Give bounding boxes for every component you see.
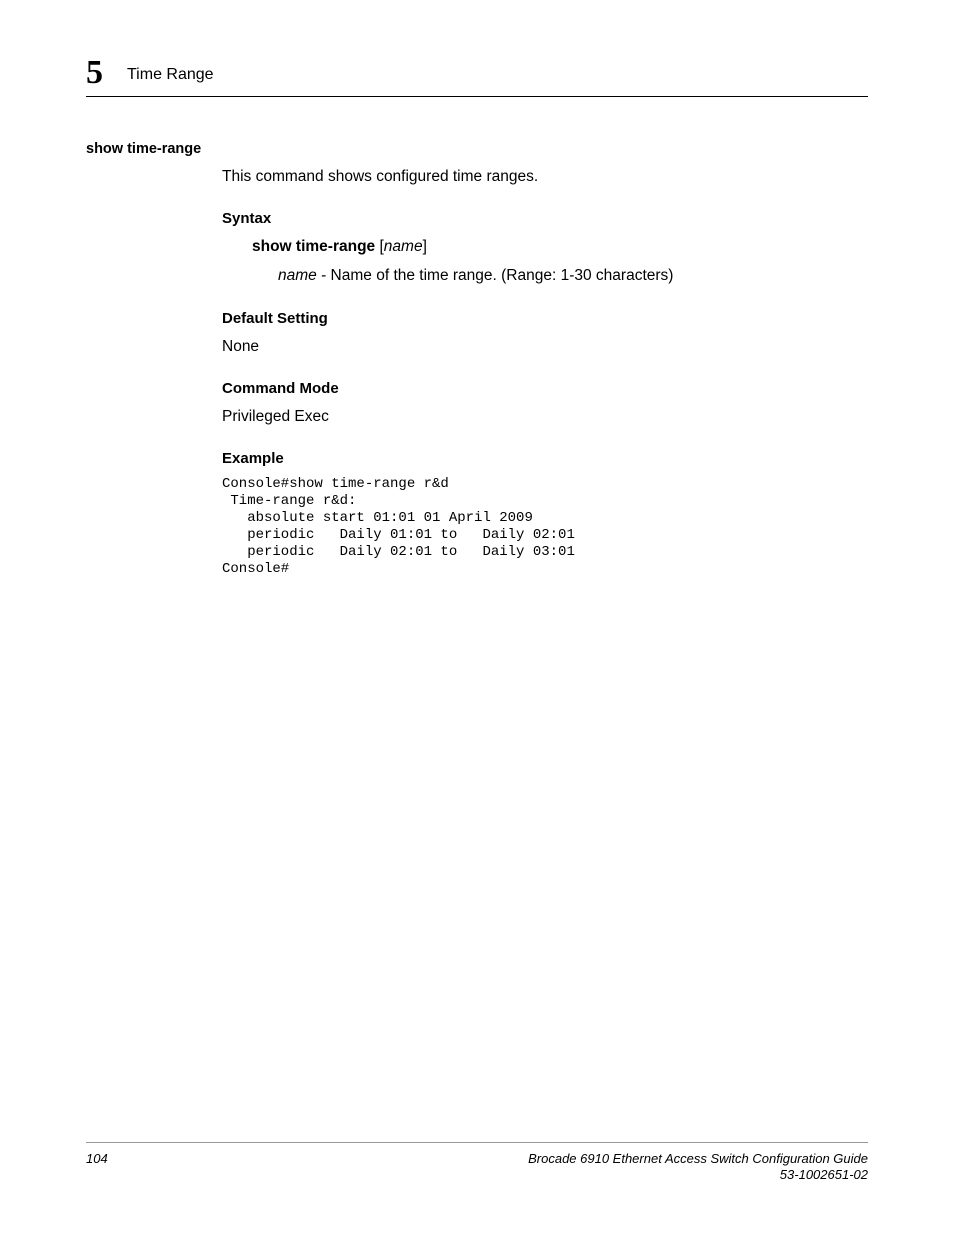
doc-number: 53-1002651-02 (780, 1167, 868, 1182)
example-output: Console#show time-range r&d Time-range r… (222, 476, 868, 578)
syntax-bracket-close: ] (423, 238, 427, 255)
default-setting-value: None (222, 336, 868, 357)
syntax-command: show time-range (252, 238, 375, 255)
command-heading: show time-range (86, 141, 201, 157)
doc-title: Brocade 6910 Ethernet Access Switch Conf… (528, 1151, 868, 1166)
param-description: name - Name of the time range. (Range: 1… (278, 265, 868, 286)
param-name: name (278, 267, 317, 284)
param-text: - Name of the time range. (Range: 1-30 c… (317, 267, 674, 284)
default-setting-heading: Default Setting (222, 309, 868, 330)
section-title: Time Range (127, 66, 214, 84)
chapter-number: 5 (86, 56, 103, 90)
syntax-arg: name (384, 238, 423, 255)
page: 5 Time Range show time-range This comman… (0, 0, 954, 1235)
syntax-heading: Syntax (222, 209, 868, 230)
command-mode-value: Privileged Exec (222, 406, 868, 427)
page-header: 5 Time Range (86, 56, 868, 97)
example-heading: Example (222, 449, 868, 470)
content-area: This command shows configured time range… (222, 166, 868, 578)
syntax-line: show time-range [name] (252, 236, 868, 257)
page-footer: 104 Brocade 6910 Ethernet Access Switch … (86, 1142, 868, 1184)
doc-info: Brocade 6910 Ethernet Access Switch Conf… (528, 1151, 868, 1184)
command-mode-heading: Command Mode (222, 379, 868, 400)
page-number: 104 (86, 1151, 108, 1166)
command-intro: This command shows configured time range… (222, 166, 868, 187)
